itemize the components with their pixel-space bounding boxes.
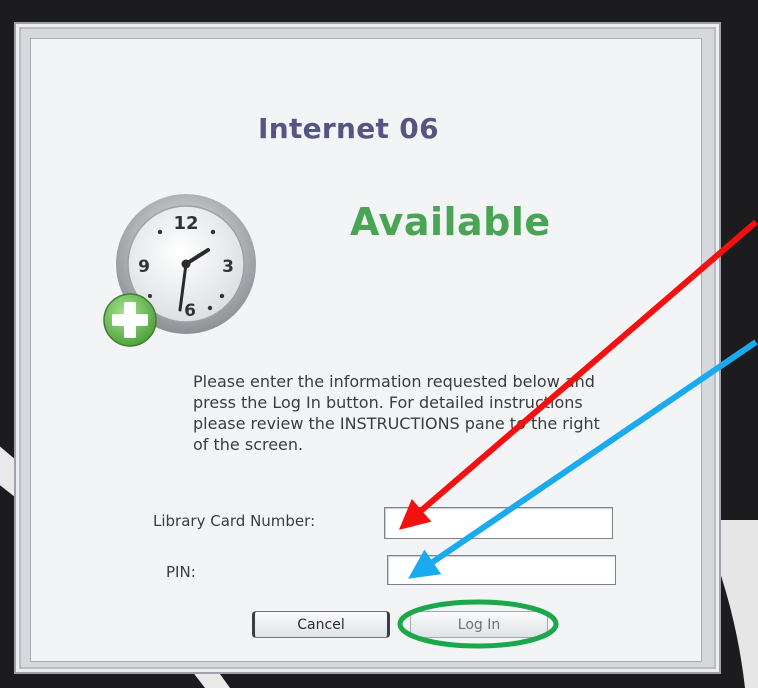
pin-label: PIN:: [166, 563, 196, 581]
availability-status: Available: [350, 200, 551, 244]
clock-numeral-6: 6: [184, 301, 196, 321]
clock-numeral-3: 3: [222, 257, 234, 277]
clock-add-icon: 12 3 6 9: [103, 194, 256, 347]
library-card-input[interactable]: [384, 507, 613, 539]
pin-input[interactable]: [387, 555, 616, 585]
clock-numeral-9: 9: [138, 257, 150, 277]
clock-numeral-12: 12: [173, 213, 198, 234]
cancel-button[interactable]: Cancel: [252, 611, 390, 638]
login-button[interactable]: Log In: [410, 611, 548, 638]
library-card-label: Library Card Number:: [153, 512, 316, 530]
terminal-name: Internet 06: [258, 112, 439, 145]
login-instructions: Please enter the information requested b…: [193, 372, 600, 454]
